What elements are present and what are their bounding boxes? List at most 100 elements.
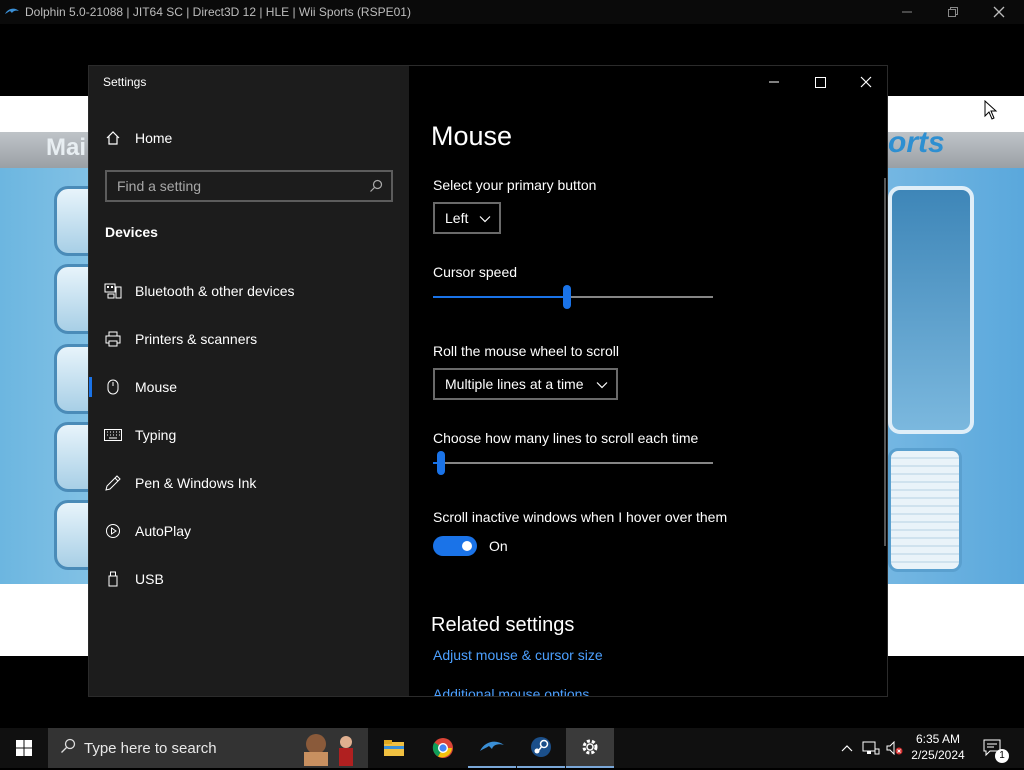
cursor-speed-label: Cursor speed xyxy=(433,264,518,280)
nav-home[interactable]: Home xyxy=(89,118,409,158)
taskbar-search-placeholder: Type here to search xyxy=(84,739,217,757)
inactive-scroll-state: On xyxy=(489,538,508,554)
adjust-mouse-cursor-size-link[interactable]: Adjust mouse & cursor size xyxy=(433,647,603,663)
close-icon xyxy=(860,76,872,88)
chevron-up-icon xyxy=(841,745,853,752)
windows-logo-icon xyxy=(16,740,32,756)
dolphin-button[interactable] xyxy=(468,728,516,768)
nav-bluetooth-devices[interactable]: Bluetooth & other devices xyxy=(89,271,409,311)
primary-button-value: Left xyxy=(445,210,469,226)
find-setting-placeholder: Find a setting xyxy=(117,178,202,194)
restore-icon xyxy=(948,7,958,17)
cursor-speed-slider[interactable] xyxy=(433,285,713,309)
taskbar-search-box[interactable]: Type here to search xyxy=(48,728,368,768)
primary-button-label: Select your primary button xyxy=(433,177,597,193)
find-setting-input[interactable]: Find a setting xyxy=(105,170,393,202)
autoplay-icon xyxy=(89,523,135,539)
settings-window: Settings Home Find a setting Devices Blu… xyxy=(88,65,888,697)
cursor-speed-thumb[interactable] xyxy=(563,285,572,309)
clock-date: 2/25/2024 xyxy=(911,748,965,762)
restore-button[interactable] xyxy=(930,0,976,24)
inactive-scroll-toggle[interactable] xyxy=(433,536,477,556)
settings-sidebar: Settings Home Find a setting Devices Blu… xyxy=(89,66,409,696)
start-button[interactable] xyxy=(0,728,48,768)
settings-close-button[interactable] xyxy=(843,66,887,98)
nav-typing[interactable]: Typing xyxy=(89,415,409,455)
additional-mouse-options-link[interactable]: Additional mouse options xyxy=(433,686,589,696)
page-title: Mouse xyxy=(431,121,513,151)
nav-autoplay[interactable]: AutoPlay xyxy=(89,511,409,551)
network-icon xyxy=(862,741,880,755)
settings-taskbar-button[interactable] xyxy=(566,728,614,768)
notification-count-badge: 1 xyxy=(995,749,1009,763)
search-icon xyxy=(60,738,76,758)
scroll-wheel-label: Roll the mouse wheel to scroll xyxy=(433,343,619,359)
scroll-mode-value: Multiple lines at a time xyxy=(445,376,584,392)
volume-muted-icon xyxy=(886,741,903,755)
maximize-icon xyxy=(814,76,826,88)
dolphin-title-bar: Dolphin 5.0-21088 | JIT64 SC | Direct3D … xyxy=(0,0,1024,24)
scroll-lines-thumb[interactable] xyxy=(437,451,446,475)
nav-printers-scanners[interactable]: Printers & scanners xyxy=(89,319,409,359)
game-title-left: Mai xyxy=(46,134,87,161)
nav-item-label: Mouse xyxy=(135,379,178,395)
nav-item-label: Pen & Windows Ink xyxy=(135,475,257,491)
steam-icon xyxy=(531,737,551,757)
settings-icon xyxy=(582,739,598,755)
content-scrollbar[interactable] xyxy=(884,178,886,546)
settings-window-title: Settings xyxy=(103,75,147,89)
nav-item-label: USB xyxy=(135,571,164,587)
clock-time: 6:35 AM xyxy=(915,732,961,746)
minimize-button[interactable] xyxy=(884,0,930,24)
search-highlight-icon xyxy=(298,730,360,766)
show-hidden-icons-button[interactable] xyxy=(838,728,856,768)
chrome-icon xyxy=(432,738,453,758)
dolphin-window-title: Dolphin 5.0-21088 | JIT64 SC | Direct3D … xyxy=(25,5,411,19)
toggle-knob xyxy=(462,541,472,551)
chrome-button[interactable] xyxy=(419,728,467,768)
nav-item-label: AutoPlay xyxy=(135,523,192,539)
taskbar-clock[interactable]: 6:35 AM 2/25/2024 xyxy=(906,731,970,763)
scroll-mode-dropdown[interactable]: Multiple lines at a time xyxy=(433,368,618,400)
volume-button[interactable] xyxy=(884,728,906,768)
scroll-lines-label: Choose how many lines to scroll each tim… xyxy=(433,430,699,446)
search-icon xyxy=(369,179,383,196)
keyboard-icon xyxy=(89,429,135,441)
settings-minimize-button[interactable] xyxy=(751,66,797,98)
settings-maximize-button[interactable] xyxy=(797,66,843,98)
network-button[interactable] xyxy=(860,728,882,768)
close-button[interactable] xyxy=(976,0,1022,24)
inactive-scroll-label: Scroll inactive windows when I hover ove… xyxy=(433,509,728,525)
pen-icon xyxy=(89,475,135,491)
nav-pen-windows-ink[interactable]: Pen & Windows Ink xyxy=(89,463,409,503)
printer-icon xyxy=(89,331,135,347)
mouse-cursor-icon xyxy=(984,100,998,120)
close-icon xyxy=(993,6,1005,18)
scroll-lines-slider[interactable] xyxy=(433,451,713,475)
chevron-down-icon xyxy=(596,378,608,394)
dolphin-logo-icon xyxy=(4,7,20,17)
file-explorer-button[interactable] xyxy=(370,728,418,768)
section-devices-label: Devices xyxy=(105,224,158,240)
nav-mouse[interactable]: Mouse xyxy=(89,367,409,407)
notification-center-button[interactable]: 1 xyxy=(978,728,1009,768)
home-icon xyxy=(89,130,135,146)
usb-icon xyxy=(89,571,135,587)
nav-item-label: Printers & scanners xyxy=(135,331,258,347)
settings-content: Mouse Select your primary button Left Cu… xyxy=(409,66,887,696)
related-settings-heading: Related settings xyxy=(431,614,575,636)
nav-item-label: Typing xyxy=(135,427,177,443)
file-explorer-icon xyxy=(384,740,404,756)
dolphin-icon xyxy=(480,741,504,751)
nav-item-label: Bluetooth & other devices xyxy=(135,283,295,299)
steam-button[interactable] xyxy=(517,728,565,768)
game-preview-panel xyxy=(888,186,974,434)
primary-button-dropdown[interactable]: Left xyxy=(433,202,501,234)
minimize-icon xyxy=(902,11,912,13)
nav-usb[interactable]: USB xyxy=(89,559,409,599)
minimize-icon xyxy=(769,81,779,83)
cursor-speed-fill xyxy=(433,296,568,298)
chevron-down-icon xyxy=(479,212,491,228)
game-title-right: orts xyxy=(888,126,945,159)
nav-home-label: Home xyxy=(135,130,173,146)
